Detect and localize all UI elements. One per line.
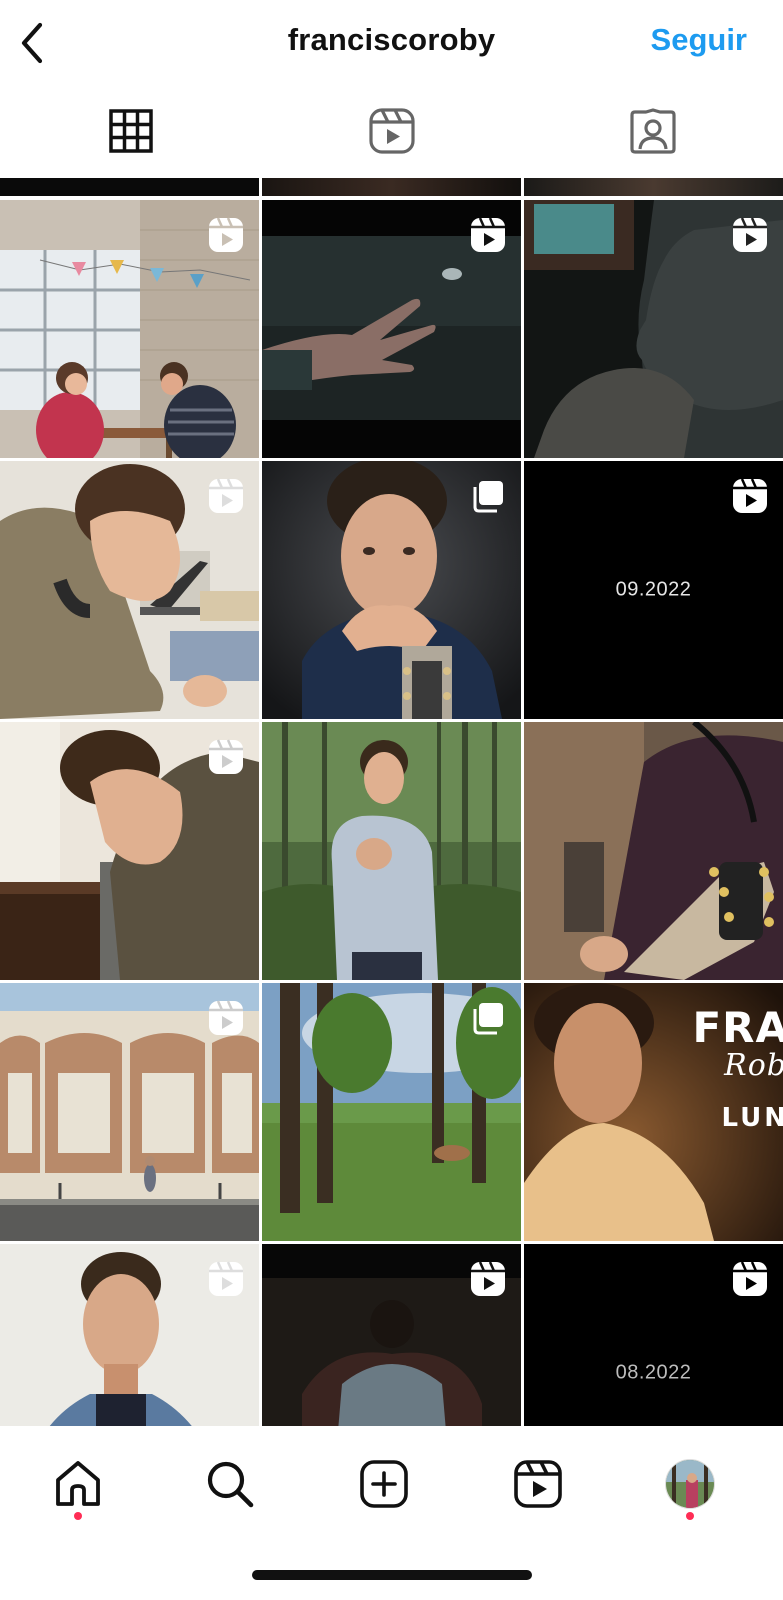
post-tile[interactable]: FRA Rob LUN	[524, 983, 783, 1241]
post-tile[interactable]	[0, 722, 259, 980]
post-tile[interactable]	[262, 722, 521, 980]
reel-badge-icon	[209, 217, 243, 252]
reel-badge-icon	[733, 1261, 767, 1296]
profile-notification-dot	[686, 1512, 694, 1520]
post-tile[interactable]	[262, 200, 521, 458]
nav-profile[interactable]	[660, 1454, 720, 1514]
avatar-icon	[666, 1460, 714, 1508]
reel-badge-icon	[471, 1261, 505, 1296]
reel-badge-icon	[733, 217, 767, 252]
avatar	[665, 1459, 715, 1509]
follow-button[interactable]: Seguir	[651, 22, 747, 58]
tab-reels[interactable]	[261, 88, 522, 174]
carousel-badge-icon	[473, 481, 503, 513]
post-tile[interactable]	[262, 983, 521, 1241]
post-overlay-text: LUN	[721, 1103, 783, 1133]
reel-badge-icon	[471, 217, 505, 252]
carousel-badge-icon	[473, 1003, 503, 1035]
post-tile[interactable]	[262, 461, 521, 719]
tab-grid[interactable]	[0, 88, 261, 174]
reel-badge-icon	[209, 1261, 243, 1296]
tagged-user-icon	[629, 108, 676, 154]
grid-row: 08.2022	[0, 1244, 783, 1426]
home-icon	[56, 1461, 100, 1506]
grid-row: 09.2022	[0, 461, 783, 719]
post-tile[interactable]	[0, 983, 259, 1241]
nav-search[interactable]	[200, 1454, 260, 1514]
post-overlay-text: FRA	[692, 1003, 783, 1052]
post-tile[interactable]	[0, 461, 259, 719]
post-image	[262, 722, 521, 980]
post-tile[interactable]	[0, 178, 259, 196]
post-tile[interactable]: 08.2022	[524, 1244, 783, 1426]
post-date-label: 09.2022	[615, 578, 692, 601]
plus-square-icon	[360, 1460, 408, 1508]
reels-icon	[368, 108, 415, 154]
post-image	[524, 722, 783, 980]
home-notification-dot	[74, 1512, 82, 1520]
profile-tabs	[0, 88, 783, 174]
home-indicator	[252, 1570, 532, 1580]
post-tile[interactable]: 09.2022	[524, 461, 783, 719]
post-tile[interactable]	[262, 1244, 521, 1426]
reel-badge-icon	[209, 739, 243, 774]
grid-icon	[108, 109, 153, 153]
grid-row-partial	[0, 178, 783, 196]
nav-reels[interactable]	[508, 1454, 568, 1514]
profile-header: franciscoroby Seguir	[0, 0, 783, 88]
bottom-nav	[0, 1426, 783, 1600]
post-tile[interactable]	[524, 722, 783, 980]
grid-row: FRA Rob LUN	[0, 983, 783, 1241]
search-icon	[207, 1461, 254, 1508]
nav-create[interactable]	[354, 1454, 414, 1514]
reel-badge-icon	[209, 1000, 243, 1035]
tab-tagged[interactable]	[522, 88, 783, 174]
post-tile[interactable]	[524, 200, 783, 458]
post-overlay-text: Rob	[724, 1048, 783, 1083]
grid-row	[0, 200, 783, 458]
posts-grid: 09.2022 FRA Rob LUN 08.2022	[0, 178, 783, 1426]
post-tile[interactable]	[524, 178, 783, 196]
post-date-label: 08.2022	[615, 1361, 692, 1384]
nav-home[interactable]	[48, 1454, 108, 1514]
reel-badge-icon	[209, 478, 243, 513]
post-tile[interactable]	[0, 200, 259, 458]
post-tile[interactable]	[0, 1244, 259, 1426]
post-tile[interactable]	[262, 178, 521, 196]
reels-icon	[514, 1460, 562, 1508]
reel-badge-icon	[733, 478, 767, 513]
grid-row	[0, 722, 783, 980]
